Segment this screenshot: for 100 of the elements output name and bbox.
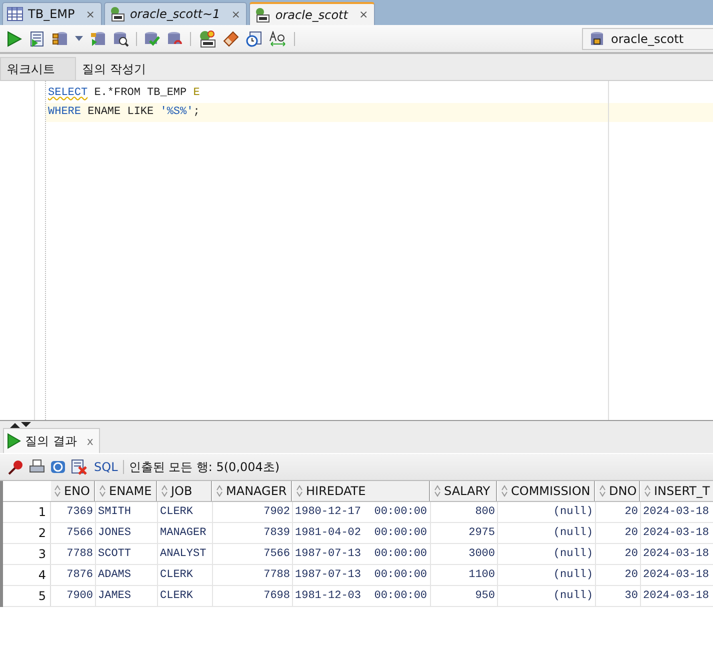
run-script-icon[interactable] <box>29 30 45 46</box>
table-cell: 2024-03-18 <box>641 502 713 522</box>
editor-tab[interactable]: oracle_scott~1 × <box>104 2 248 25</box>
fetch-status: 인출된 모든 행: 5(0,004초) <box>128 458 280 476</box>
print-icon[interactable] <box>29 459 45 475</box>
column-header[interactable]: ENO <box>50 481 95 501</box>
table-cell: 7788 <box>213 565 293 585</box>
table-cell: 950 <box>431 586 498 606</box>
delete-icon[interactable] <box>71 459 87 475</box>
close-icon[interactable]: × <box>86 8 95 20</box>
table-cell: CLERK <box>158 586 213 606</box>
table-cell: 1981-12-03 00:00:00 <box>293 586 431 606</box>
table-cell: 30 <box>596 586 641 606</box>
sort-icon <box>501 485 508 497</box>
table-cell: JAMES <box>96 586 158 606</box>
sort-icon <box>434 485 441 497</box>
close-icon[interactable]: × <box>231 8 240 20</box>
eraser-icon[interactable] <box>223 30 239 46</box>
table-cell: 7876 <box>51 565 96 585</box>
table-cell: ANALYST <box>158 544 213 564</box>
table-cell: 1980-12-17 00:00:00 <box>293 502 431 522</box>
table-cell: CLERK <box>158 502 213 522</box>
table-cell: 1981-04-02 00:00:00 <box>293 523 431 543</box>
column-header[interactable]: JOB <box>157 481 212 501</box>
table-cell: 7566 <box>51 523 96 543</box>
database-check-icon[interactable] <box>144 30 160 46</box>
table-cell: 7788 <box>51 544 96 564</box>
sort-icon <box>161 485 168 497</box>
row-number: 2 <box>3 523 51 543</box>
database-undo-icon[interactable] <box>167 30 183 46</box>
table-cell: (null) <box>498 565 596 585</box>
table-cell: SCOTT <box>96 544 158 564</box>
table-cell: (null) <box>498 523 596 543</box>
table-cell: 2024-03-18 <box>641 565 713 585</box>
table-icon <box>7 7 23 21</box>
column-header[interactable]: INSERT_T <box>640 481 713 501</box>
database-icon <box>589 30 605 46</box>
table-cell: 2024-03-18 <box>641 523 713 543</box>
database-icon[interactable] <box>90 30 106 46</box>
table-cell: 2024-03-18 <box>641 544 713 564</box>
column-header[interactable]: HIREDATE <box>292 481 430 501</box>
column-header[interactable]: COMMISSION <box>497 481 595 501</box>
table-cell: (null) <box>498 502 596 522</box>
sort-icon <box>296 485 303 497</box>
table-cell: ADAMS <box>96 565 158 585</box>
table-cell: 20 <box>596 565 641 585</box>
sql-link[interactable]: SQL <box>94 460 118 474</box>
table-cell: 7566 <box>213 544 293 564</box>
editor-tab[interactable]: TB_EMP × <box>2 2 102 25</box>
sort-icon <box>99 485 106 497</box>
sort-icon <box>644 485 651 497</box>
clock-icon[interactable] <box>246 30 262 46</box>
table-cell: 7900 <box>51 586 96 606</box>
worksheet-tab[interactable]: 질의 작성기 <box>76 58 154 80</box>
table-cell: 7369 <box>51 502 96 522</box>
run-icon <box>7 433 21 449</box>
table-cell: JONES <box>96 523 158 543</box>
table-cell: 800 <box>431 502 498 522</box>
row-number: 3 <box>3 544 51 564</box>
pin-icon[interactable] <box>8 459 24 475</box>
sql-file-icon <box>254 6 270 22</box>
caret-icon[interactable] <box>75 36 83 42</box>
table-cell: 2024-03-18 <box>641 586 713 606</box>
editor-tab[interactable]: oracle_scott × <box>249 2 376 25</box>
run-icon[interactable] <box>6 30 22 46</box>
table-cell: 7839 <box>213 523 293 543</box>
row-number: 5 <box>3 586 51 606</box>
close-icon[interactable]: x <box>86 434 94 448</box>
table-cell: MANAGER <box>158 523 213 543</box>
text-case-icon[interactable] <box>269 30 287 46</box>
table-cell: 20 <box>596 523 641 543</box>
table-cell: 3000 <box>431 544 498 564</box>
database-icon[interactable] <box>52 30 68 46</box>
sql-file-icon[interactable] <box>198 30 216 48</box>
table-cell: 20 <box>596 544 641 564</box>
table-cell: 7902 <box>213 502 293 522</box>
sort-icon <box>54 485 61 497</box>
database-search-icon[interactable] <box>113 30 129 46</box>
sql-file-icon <box>108 6 125 22</box>
splitter-arrows-icon[interactable] <box>8 422 32 428</box>
sort-icon <box>599 485 606 497</box>
column-header[interactable]: ENAME <box>95 481 157 501</box>
table-cell: 1100 <box>431 565 498 585</box>
column-header[interactable]: SALARY <box>430 481 497 501</box>
table-cell: (null) <box>498 544 596 564</box>
table-cell: 1987-07-13 00:00:00 <box>293 544 431 564</box>
table-cell: 2975 <box>431 523 498 543</box>
column-header[interactable]: DNO <box>595 481 640 501</box>
connection-dropdown[interactable]: oracle_scott <box>582 28 713 50</box>
close-icon[interactable]: × <box>358 8 368 21</box>
code-line: SELECT E.*FROM TB_EMP E <box>47 86 201 101</box>
table-cell: 7698 <box>213 586 293 606</box>
sort-icon <box>216 485 223 497</box>
column-header[interactable]: MANAGER <box>212 481 292 501</box>
row-number: 1 <box>3 502 51 522</box>
table-cell: CLERK <box>158 565 213 585</box>
worksheet-tab[interactable]: 워크시트 <box>0 57 76 80</box>
table-cell: SMITH <box>96 502 158 522</box>
row-number: 4 <box>3 565 51 585</box>
results-tab[interactable]: 질의 결과 x <box>3 428 100 453</box>
